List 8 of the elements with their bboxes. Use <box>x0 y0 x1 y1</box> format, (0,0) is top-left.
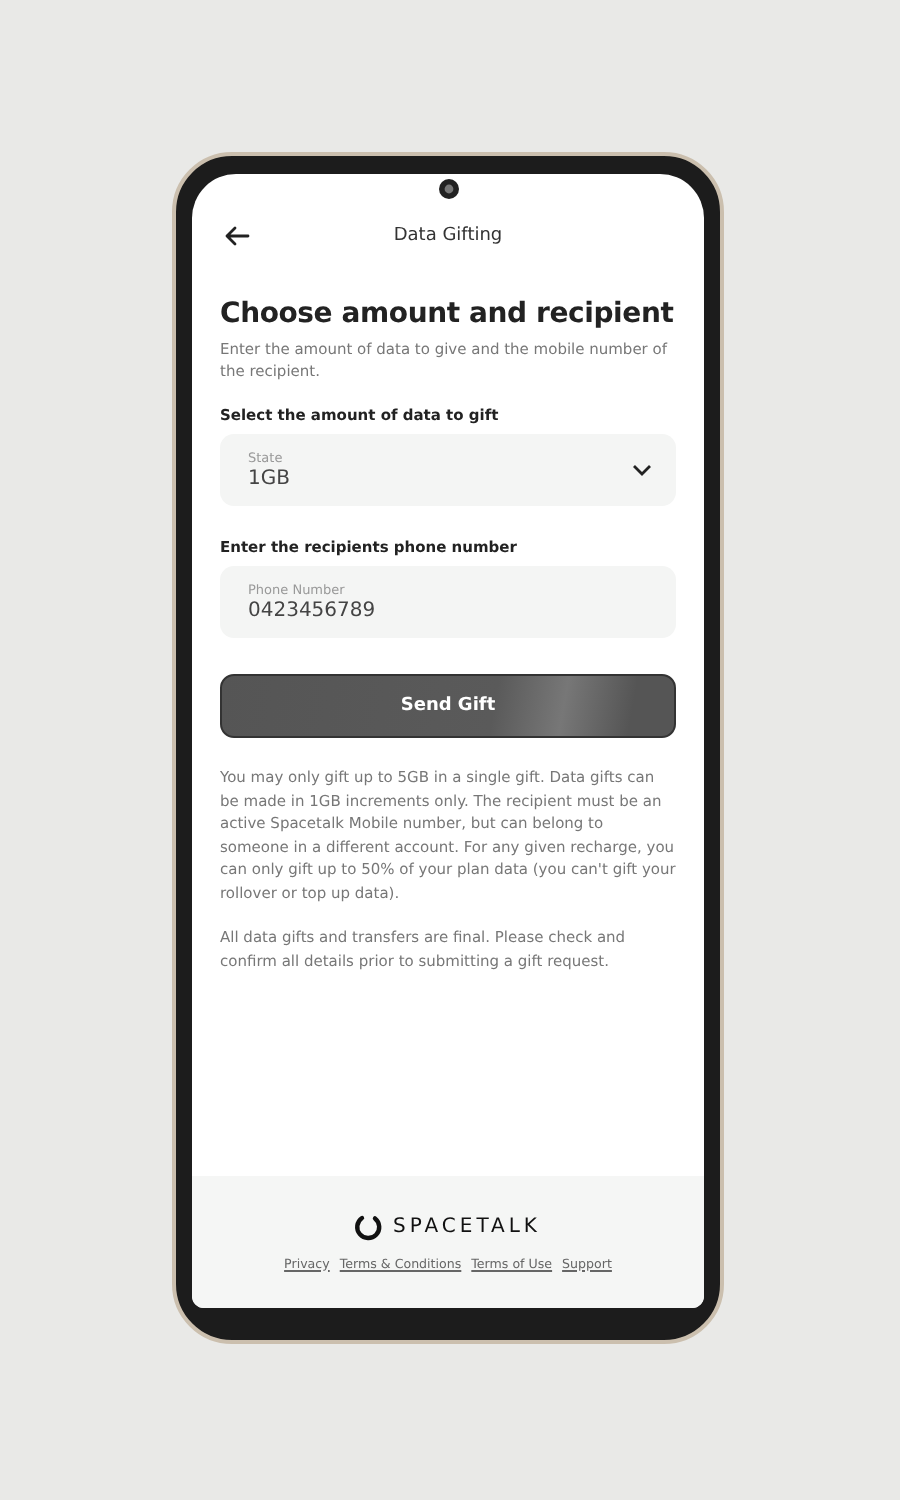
page-heading: Choose amount and recipient <box>220 298 676 330</box>
screen-title: Data Gifting <box>393 226 503 246</box>
chevron-down-icon <box>632 464 652 476</box>
camera-icon <box>437 178 459 200</box>
send-gift-button[interactable]: Send Gift <box>220 674 676 738</box>
brand-name: SPACETALK <box>392 1216 541 1238</box>
logo-icon <box>354 1213 383 1241</box>
back-button[interactable] <box>220 222 254 250</box>
